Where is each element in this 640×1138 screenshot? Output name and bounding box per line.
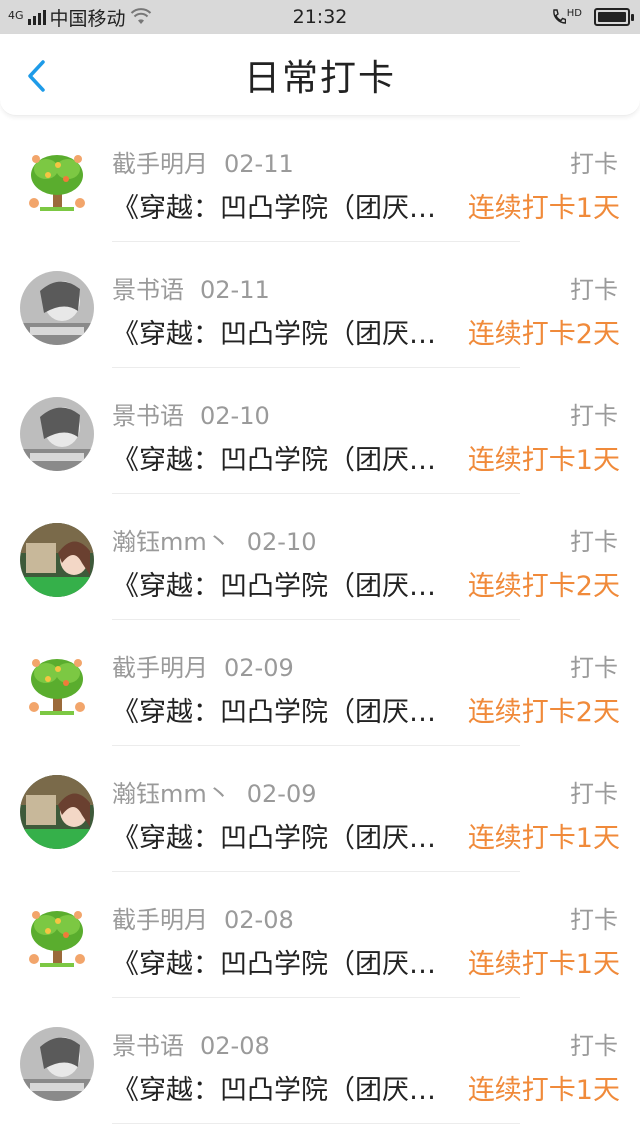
checkin-content[interactable]: 《穿越：凹凸学院（团厌… (112, 816, 467, 855)
checkin-content[interactable]: 《穿越：凹凸学院（团厌… (112, 1068, 467, 1107)
checkin-action-label: 打卡 (570, 402, 618, 430)
list-item[interactable]: 瀚钰mm丶 02-09 打卡《穿越：凹凸学院（团厌… 连续打卡1天 (0, 746, 640, 872)
checkin-list: 截手明月 02-11 打卡 《穿越：凹凸学院（团厌… 连续打卡1天 景书语 02-11 打卡《… (0, 116, 640, 1124)
user-name[interactable]: 景书语 (112, 402, 184, 430)
checkin-action-label: 打卡 (570, 654, 618, 682)
streak-label: 连续打卡1天 (467, 823, 620, 854)
list-item[interactable]: 景书语 02-10 打卡《穿越：凹凸学院（团厌… 连续打卡1天 (0, 368, 640, 494)
avatar[interactable] (20, 145, 94, 219)
user-name[interactable]: 截手明月 (112, 150, 208, 178)
signal-icon (27, 9, 46, 25)
avatar[interactable] (20, 901, 94, 975)
checkin-action-label: 打卡 (570, 528, 618, 556)
item-meta: 截手明月 02-08 (112, 900, 294, 935)
status-bar: 4G 中国移动 21:32 HD (0, 0, 640, 34)
battery-icon (594, 8, 634, 26)
item-meta: 景书语 02-11 (112, 270, 270, 305)
checkin-date: 02-08 (224, 906, 294, 934)
item-meta: 景书语 02-10 (112, 396, 270, 431)
checkin-action-label: 打卡 (570, 780, 618, 808)
network-type: 4G (8, 8, 24, 22)
avatar[interactable] (20, 271, 94, 345)
avatar[interactable] (20, 397, 94, 471)
carrier-name: 中国移动 (49, 7, 126, 30)
avatar[interactable] (20, 775, 94, 849)
chevron-left-icon (28, 60, 45, 92)
user-name[interactable]: 景书语 (112, 276, 184, 304)
checkin-action-label: 打卡 (570, 1032, 618, 1060)
checkin-content[interactable]: 《穿越：凹凸学院（团厌… (112, 186, 467, 225)
item-meta: 瀚钰mm丶 02-10 (112, 522, 317, 557)
checkin-content[interactable]: 《穿越：凹凸学院（团厌… (112, 942, 467, 981)
item-meta: 截手明月 02-09 (112, 648, 294, 683)
checkin-content[interactable]: 《穿越：凹凸学院（团厌… (112, 564, 467, 603)
checkin-content[interactable]: 《穿越：凹凸学院（团厌… (112, 438, 467, 477)
page-title: 日常打卡 (243, 57, 396, 99)
nav-bar: 日常打卡 (0, 34, 640, 116)
checkin-date: 02-10 (200, 402, 270, 430)
streak-label: 连续打卡1天 (467, 1075, 620, 1106)
avatar[interactable] (20, 649, 94, 723)
user-name[interactable]: 截手明月 (112, 906, 208, 934)
checkin-date: 02-09 (224, 654, 294, 682)
list-item[interactable]: 景书语 02-08 打卡《穿越：凹凸学院（团厌… 连续打卡1天 (0, 998, 640, 1124)
streak-label: 连续打卡1天 (467, 445, 620, 476)
streak-label: 连续打卡1天 (467, 193, 620, 224)
hd-call-icon: HD (552, 9, 582, 25)
user-name[interactable]: 景书语 (112, 1032, 184, 1060)
checkin-date: 02-11 (224, 150, 294, 178)
avatar[interactable] (20, 523, 94, 597)
checkin-action-label: 打卡 (570, 906, 618, 934)
checkin-action-label: 打卡 (570, 276, 618, 304)
hd-label: HD (566, 8, 582, 19)
checkin-date: 02-09 (246, 780, 317, 808)
list-item[interactable]: 截手明月 02-09 打卡《穿越：凹凸学院（团厌… 连续打卡2天 (0, 620, 640, 746)
list-item[interactable]: 截手明月 02-08 打卡《穿越：凹凸学院（团厌… 连续打卡1天 (0, 872, 640, 998)
list-item[interactable]: 景书语 02-11 打卡《穿越：凹凸学院（团厌… 连续打卡2天 (0, 242, 640, 368)
status-right: HD (552, 8, 634, 26)
item-meta: 景书语 02-08 (112, 1026, 270, 1061)
streak-label: 连续打卡2天 (467, 319, 620, 350)
streak-label: 连续打卡2天 (467, 697, 620, 728)
user-name[interactable]: 瀚钰mm丶 (112, 780, 231, 808)
checkin-date: 02-11 (200, 276, 270, 304)
checkin-content[interactable]: 《穿越：凹凸学院（团厌… (112, 312, 467, 351)
item-meta: 瀚钰mm丶 02-09 (112, 774, 317, 809)
list-item[interactable]: 瀚钰mm丶 02-10 打卡《穿越：凹凸学院（团厌… 连续打卡2天 (0, 494, 640, 620)
back-button[interactable] (14, 54, 58, 98)
item-meta: 截手明月 02-11 (112, 144, 294, 179)
checkin-content[interactable]: 《穿越：凹凸学院（团厌… (112, 690, 467, 729)
wifi-icon (130, 8, 151, 24)
checkin-action-label: 打卡 (570, 150, 618, 178)
checkin-date: 02-08 (200, 1032, 270, 1060)
streak-label: 连续打卡1天 (467, 949, 620, 980)
avatar[interactable] (20, 1027, 94, 1101)
user-name[interactable]: 截手明月 (112, 654, 208, 682)
list-item[interactable]: 截手明月 02-11 打卡《穿越：凹凸学院（团厌… 连续打卡1天 (0, 116, 640, 242)
user-name[interactable]: 瀚钰mm丶 (112, 528, 231, 556)
streak-label: 连续打卡2天 (467, 571, 620, 602)
status-left: 4G 中国移动 (8, 4, 152, 31)
divider (112, 1123, 520, 1124)
checkin-date: 02-10 (246, 528, 317, 556)
